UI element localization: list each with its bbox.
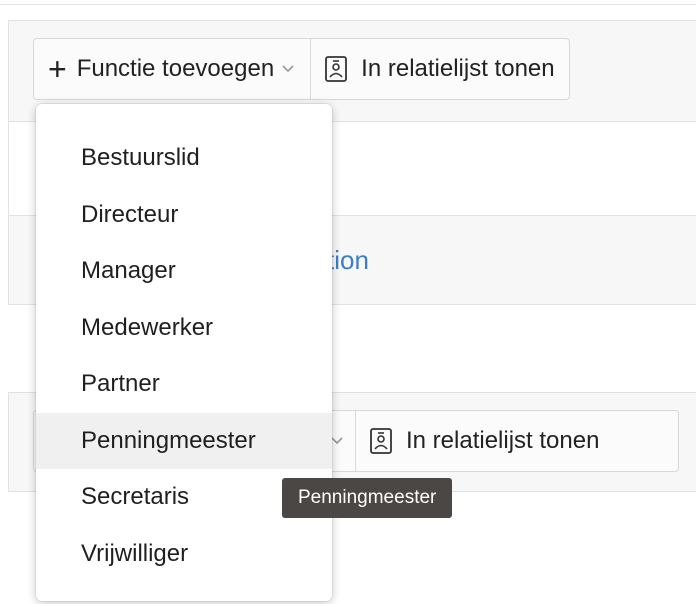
background-link[interactable]: tion [327, 245, 369, 276]
menu-item-medewerker[interactable]: Medewerker [36, 300, 332, 357]
menu-item-directeur[interactable]: Directeur [36, 187, 332, 244]
tooltip: Penningmeester [282, 478, 453, 518]
menu-item-partner[interactable]: Partner [36, 356, 332, 413]
top-divider [0, 0, 696, 5]
show-in-list-button[interactable]: In relatielijst tonen [310, 39, 568, 99]
chevron-down-icon [331, 434, 345, 448]
show-in-list-button-2[interactable]: In relatielijst tonen [355, 411, 613, 471]
menu-item-vrijwilliger[interactable]: Vrijwilliger [36, 526, 332, 583]
show-in-list-label: In relatielijst tonen [406, 427, 600, 454]
chevron-down-icon [282, 62, 296, 76]
add-function-button[interactable]: + Functie toevoegen [34, 39, 310, 99]
contact-card-icon [370, 428, 392, 454]
plus-icon: + [48, 51, 67, 87]
show-in-list-label: In relatielijst tonen [361, 55, 555, 82]
menu-item-penningmeester[interactable]: Penningmeester [36, 412, 332, 469]
function-dropdown-menu: Bestuurslid Directeur Manager Medewerker… [36, 104, 332, 601]
menu-item-bestuurslid[interactable]: Bestuurslid [36, 130, 332, 187]
toolbar-top: + Functie toevoegen In relatielijst tone… [33, 38, 570, 100]
add-function-label: Functie toevoegen [76, 55, 275, 82]
contact-card-icon [325, 56, 348, 82]
menu-item-manager[interactable]: Manager [36, 243, 332, 300]
